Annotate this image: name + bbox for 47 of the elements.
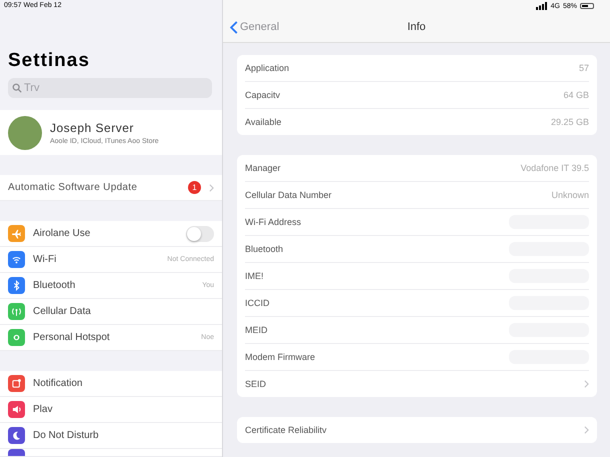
row-label: Application xyxy=(245,63,290,73)
chevron-icon[interactable] xyxy=(584,426,589,434)
chevron-icon xyxy=(209,184,214,192)
row-label: Manager xyxy=(245,163,282,173)
row-value: 57 xyxy=(578,63,589,73)
row-label: MEID xyxy=(245,325,268,335)
battery-icon xyxy=(580,3,594,9)
toggle-switch[interactable] xyxy=(186,226,214,242)
row-label: Automatic Software Update xyxy=(8,182,138,194)
row-value: Unknown xyxy=(551,190,589,200)
search-field[interactable]: Trv xyxy=(8,78,212,98)
row-value: 64 GB xyxy=(563,90,589,100)
search-icon xyxy=(12,82,22,93)
row-label: Wi-Fi Address xyxy=(245,217,302,227)
avatar xyxy=(8,116,42,150)
row-label: IME! xyxy=(245,271,265,281)
chevron-icon[interactable] xyxy=(584,380,589,388)
row-label: Modem Firmware xyxy=(245,352,316,362)
row-label: Notification xyxy=(33,378,84,390)
settings-row[interactable]: Airolane Use xyxy=(0,221,222,248)
row-label: Cellular Data xyxy=(33,306,92,318)
row-label: Cellular Data Number xyxy=(245,190,333,200)
row-label: Do Not Disturb xyxy=(33,430,100,442)
settings-row[interactable]: Automatic Software Update 1 xyxy=(0,175,222,202)
sidebar-title: Settinas xyxy=(8,50,91,72)
settings-row[interactable]: Cellular Data xyxy=(0,299,222,326)
back-chevron-icon xyxy=(230,20,238,34)
row-label: Personal Hotspot xyxy=(33,332,111,344)
row-label: Capacitv xyxy=(245,90,282,100)
row-value: 29.25 GB xyxy=(550,117,589,127)
row-label: ICCID xyxy=(245,298,270,308)
row-label: Wi-Fi xyxy=(33,254,58,266)
row-label: Bluetooth xyxy=(33,280,76,292)
settings-row[interactable]: Plav xyxy=(0,397,222,424)
notification-badge: 1 xyxy=(188,181,201,194)
page-title: Info xyxy=(407,21,426,33)
row-value: Vodafone IT 39.5 xyxy=(520,163,589,173)
row-label: Airolane Use xyxy=(33,228,92,240)
signal-icon xyxy=(536,2,548,10)
row-label: Plav xyxy=(33,404,54,416)
row-label: Available xyxy=(245,117,282,127)
profile-name: Joseph Server xyxy=(50,120,135,135)
row-label: SEID xyxy=(245,379,268,389)
settings-row[interactable]: Notification xyxy=(0,371,222,398)
row-label: Bluetooth xyxy=(245,244,284,254)
row-label: Certificate Reliabilitv xyxy=(245,425,328,435)
settings-row[interactable]: Do Not Disturb xyxy=(0,423,222,450)
